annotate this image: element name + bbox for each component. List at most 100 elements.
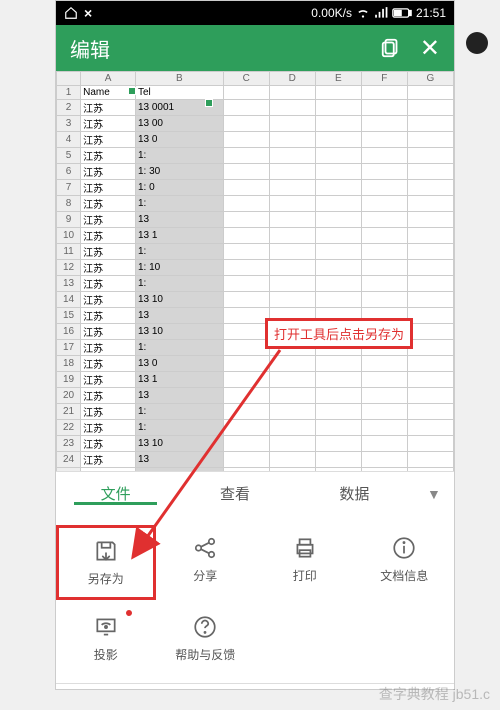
col-header[interactable]: F xyxy=(361,72,407,86)
share-button[interactable]: 分享 xyxy=(156,525,256,600)
cell[interactable]: 江苏 xyxy=(81,452,136,468)
cell[interactable] xyxy=(361,388,407,404)
cell[interactable]: 江苏 xyxy=(81,420,136,436)
cell[interactable] xyxy=(361,228,407,244)
cell[interactable] xyxy=(361,116,407,132)
row-header[interactable]: 9 xyxy=(57,212,81,228)
cell[interactable]: 13 1 xyxy=(135,228,223,244)
cell[interactable] xyxy=(315,196,361,212)
row-header[interactable]: 18 xyxy=(57,356,81,372)
row-header[interactable]: 17 xyxy=(57,340,81,356)
cell[interactable] xyxy=(361,148,407,164)
cell[interactable] xyxy=(315,468,361,472)
doc-info-button[interactable]: 文档信息 xyxy=(355,525,455,600)
cell[interactable]: 江苏 xyxy=(81,228,136,244)
row-header[interactable]: 4 xyxy=(57,132,81,148)
row-header[interactable]: 3 xyxy=(57,116,81,132)
cell[interactable] xyxy=(223,180,269,196)
cell[interactable] xyxy=(223,148,269,164)
cell[interactable] xyxy=(315,180,361,196)
tab-view[interactable]: 查看 xyxy=(175,483,294,504)
cell[interactable] xyxy=(269,276,315,292)
cell[interactable] xyxy=(269,388,315,404)
cell[interactable]: 13 10 xyxy=(135,324,223,340)
cell[interactable] xyxy=(269,372,315,388)
cell[interactable] xyxy=(407,244,453,260)
col-header[interactable]: G xyxy=(407,72,453,86)
cell[interactable]: 江苏 xyxy=(81,340,136,356)
cell[interactable] xyxy=(407,180,453,196)
cell[interactable] xyxy=(315,148,361,164)
row-header[interactable]: 12 xyxy=(57,260,81,276)
selection-handle[interactable] xyxy=(205,99,213,107)
row-header[interactable]: 8 xyxy=(57,196,81,212)
cell[interactable] xyxy=(223,468,269,472)
collapse-icon[interactable]: ▼ xyxy=(414,486,454,502)
cell[interactable] xyxy=(223,324,269,340)
selection-handle[interactable] xyxy=(128,87,136,95)
cell[interactable] xyxy=(361,436,407,452)
cell[interactable] xyxy=(223,436,269,452)
cell[interactable] xyxy=(223,292,269,308)
cell[interactable] xyxy=(407,116,453,132)
cell[interactable] xyxy=(361,212,407,228)
cell[interactable] xyxy=(315,452,361,468)
cell[interactable]: Tel xyxy=(135,86,223,100)
cell[interactable] xyxy=(315,260,361,276)
save-as-button[interactable]: 另存为 xyxy=(56,525,156,600)
close-icon[interactable]: × xyxy=(84,5,92,21)
cell[interactable] xyxy=(223,116,269,132)
cell[interactable] xyxy=(407,452,453,468)
cell[interactable] xyxy=(407,196,453,212)
cell[interactable]: 1: xyxy=(135,244,223,260)
col-header[interactable]: C xyxy=(223,72,269,86)
row-header[interactable]: 7 xyxy=(57,180,81,196)
cell[interactable]: 1: 0 xyxy=(135,180,223,196)
cell[interactable] xyxy=(361,356,407,372)
cell[interactable] xyxy=(223,196,269,212)
cell[interactable] xyxy=(315,212,361,228)
cell[interactable] xyxy=(223,340,269,356)
cell[interactable]: 1: xyxy=(135,420,223,436)
cell[interactable]: 江苏 xyxy=(81,356,136,372)
row-header[interactable]: 11 xyxy=(57,244,81,260)
cell[interactable] xyxy=(361,180,407,196)
cell[interactable] xyxy=(269,468,315,472)
row-header[interactable]: 19 xyxy=(57,372,81,388)
cell[interactable] xyxy=(223,132,269,148)
cell[interactable] xyxy=(407,324,453,340)
row-header[interactable]: 16 xyxy=(57,324,81,340)
print-button[interactable]: 打印 xyxy=(255,525,355,600)
cell[interactable] xyxy=(269,212,315,228)
cell[interactable] xyxy=(223,388,269,404)
cell[interactable] xyxy=(361,276,407,292)
cell[interactable] xyxy=(315,116,361,132)
cell[interactable] xyxy=(407,276,453,292)
cell[interactable]: 江苏 xyxy=(81,388,136,404)
cell[interactable]: 13 00 xyxy=(135,116,223,132)
col-header[interactable]: E xyxy=(315,72,361,86)
row-header[interactable]: 20 xyxy=(57,388,81,404)
cell[interactable] xyxy=(315,356,361,372)
cell[interactable] xyxy=(315,164,361,180)
cell[interactable]: 江苏 xyxy=(81,116,136,132)
cell[interactable] xyxy=(407,260,453,276)
col-header[interactable]: A xyxy=(81,72,136,86)
cell[interactable] xyxy=(269,164,315,180)
cell[interactable] xyxy=(269,228,315,244)
cell[interactable] xyxy=(361,372,407,388)
cell[interactable] xyxy=(407,308,453,324)
cell[interactable] xyxy=(269,244,315,260)
cell[interactable] xyxy=(315,100,361,116)
cell[interactable] xyxy=(223,260,269,276)
cell[interactable] xyxy=(407,212,453,228)
row-header[interactable]: 13 xyxy=(57,276,81,292)
cell[interactable]: 江苏 xyxy=(81,148,136,164)
cell[interactable]: 13 10 xyxy=(135,292,223,308)
cell[interactable] xyxy=(269,452,315,468)
cell[interactable] xyxy=(269,292,315,308)
cell[interactable] xyxy=(361,420,407,436)
cell[interactable] xyxy=(269,180,315,196)
cell[interactable]: 1: xyxy=(135,196,223,212)
cell[interactable] xyxy=(223,212,269,228)
